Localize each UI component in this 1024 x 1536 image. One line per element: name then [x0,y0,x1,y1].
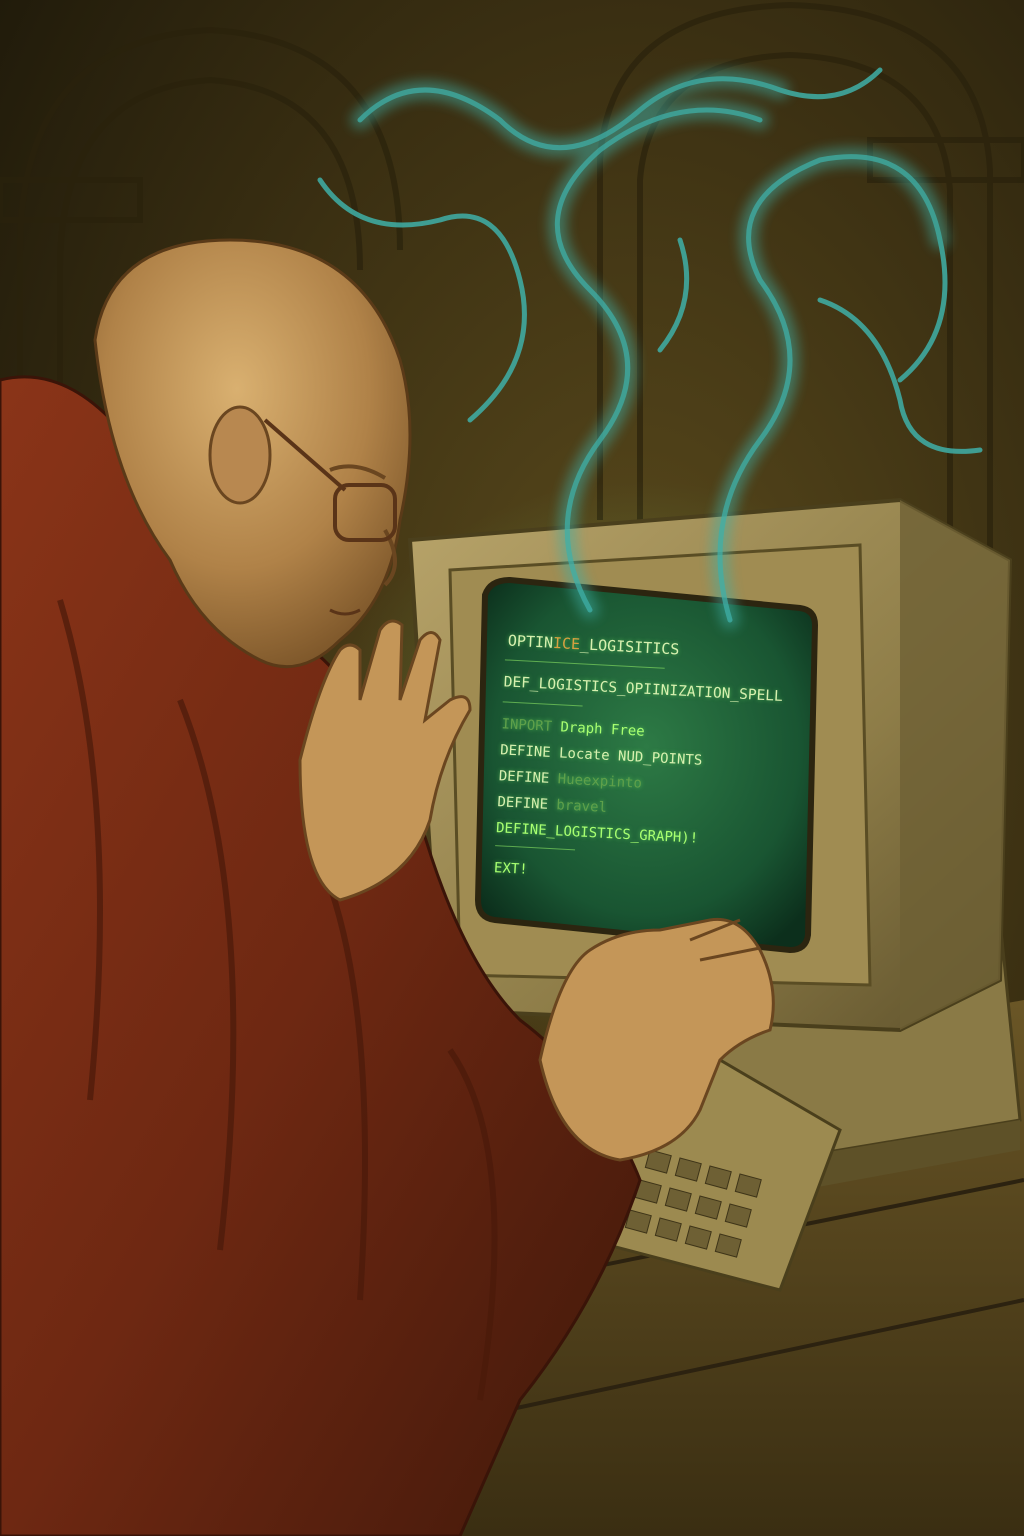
spell-definition: DEF_LOGISTICS_OPIINIZATION_SPELL [503,674,784,705]
code-line-4: DEFINE bravel [497,794,608,816]
terminal-text: OPTINICE_LOGISITICS DEF_LOGISTICS_OPIINI… [463,600,809,937]
header-part-2: ICE [552,633,581,654]
exit-line: EXT! [493,860,529,878]
header-rule [504,659,665,669]
code-line-1: INPORT Draph Free [501,716,646,740]
end-rule [495,845,576,851]
header-part-3: _LOGISITICS [579,635,680,659]
code-line-3: DEFINE Hueexpinto [498,768,643,792]
def-rule [502,701,583,707]
header-part-1: OPTIN [507,631,554,652]
terminal-header: OPTINICE_LOGISITICS [507,631,680,659]
code-line-2: DEFINE Locate NUD_POINTS [499,742,703,769]
code-line-5: DEFINE_LOGISTICS_GRAPH)! [495,820,699,847]
